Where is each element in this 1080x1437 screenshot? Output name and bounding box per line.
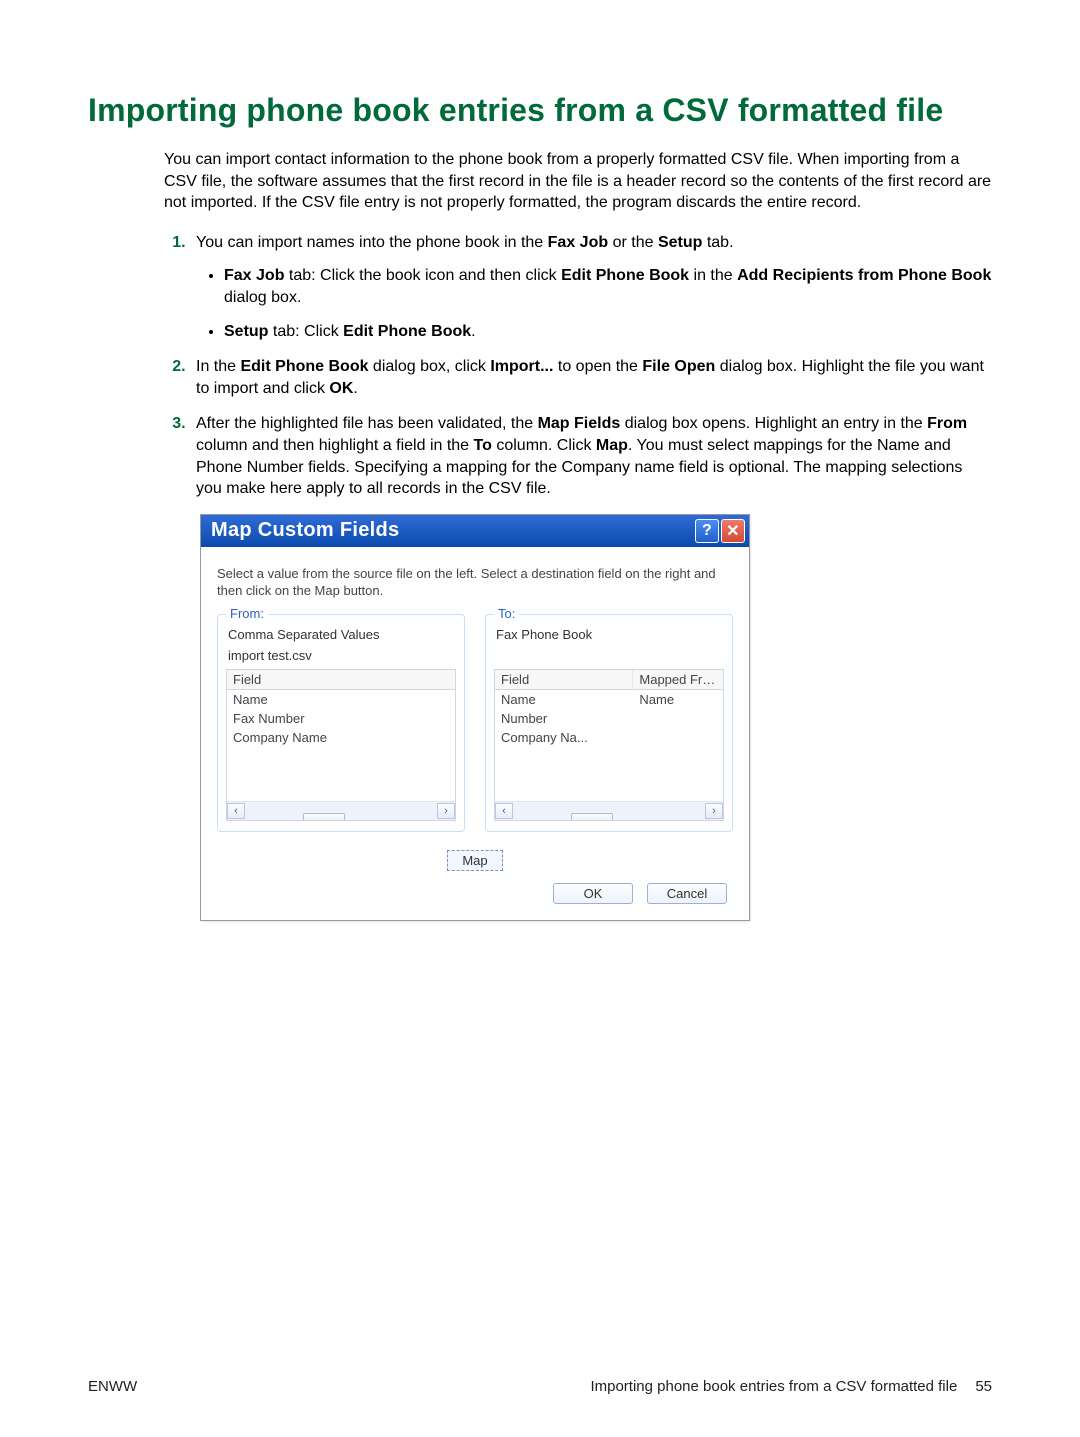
b1-t2: in the	[689, 267, 737, 284]
step-1: You can import names into the phone book…	[190, 232, 992, 342]
s2-b2: Import...	[490, 358, 553, 375]
dialog-instruction: Select a value from the source file on t…	[217, 565, 733, 600]
ok-button[interactable]: OK	[553, 883, 633, 904]
b2-b2: Edit Phone Book	[343, 323, 471, 340]
scroll-right-icon[interactable]: ›	[705, 803, 723, 819]
from-scrollbar[interactable]: ‹ ›	[227, 801, 455, 820]
from-source: Comma Separated Values	[228, 627, 456, 642]
scroll-thumb[interactable]	[303, 813, 345, 821]
b2-t2: .	[471, 323, 475, 340]
step1-mid: or the	[608, 234, 658, 251]
s2-t1: In the	[196, 358, 240, 375]
to-row-mapped: Name	[633, 690, 723, 709]
bullet-faxjob: Fax Job tab: Click the book icon and the…	[224, 265, 992, 308]
s3-t3: column and then highlight a field in the	[196, 437, 474, 454]
step1-bold-setup: Setup	[658, 234, 702, 251]
step-2: In the Edit Phone Book dialog box, click…	[190, 356, 992, 399]
s2-t2: dialog box, click	[368, 358, 490, 375]
to-row-field[interactable]: Name	[495, 690, 633, 709]
to-header-mapped: Mapped From	[633, 670, 723, 689]
map-button[interactable]: Map	[447, 850, 503, 871]
b1-b2: Edit Phone Book	[561, 267, 689, 284]
to-row-field[interactable]: Company Na...	[495, 728, 633, 747]
step1-end: tab.	[702, 234, 733, 251]
s3-t1: After the highlighted file has been vali…	[196, 415, 538, 432]
steps-list: You can import names into the phone book…	[164, 232, 992, 500]
s2-t3: to open the	[553, 358, 642, 375]
scroll-left-icon[interactable]: ‹	[495, 803, 513, 819]
page-footer: ENWW Importing phone book entries from a…	[88, 1378, 992, 1395]
from-group: From: Comma Separated Values import test…	[217, 614, 465, 832]
to-spacer	[496, 648, 724, 663]
b2-t1: tab: Click	[268, 323, 343, 340]
scroll-right-icon[interactable]: ›	[437, 803, 455, 819]
from-row[interactable]: Name	[227, 690, 455, 709]
from-row[interactable]: Fax Number	[227, 709, 455, 728]
from-file: import test.csv	[228, 648, 456, 663]
footer-left: ENWW	[88, 1378, 137, 1395]
s2-b4: OK	[329, 380, 353, 397]
from-header: Field	[227, 670, 455, 689]
b1-t3: dialog box.	[224, 289, 301, 306]
to-scrollbar[interactable]: ‹ ›	[495, 801, 723, 820]
s3-b4: Map	[596, 437, 628, 454]
to-row-mapped	[633, 728, 723, 747]
map-fields-dialog: Map Custom Fields ? ✕ Select a value fro…	[200, 514, 750, 921]
s3-t2: dialog box opens. Highlight an entry in …	[620, 415, 927, 432]
to-header-field: Field	[495, 670, 633, 689]
intro-paragraph: You can import contact information to th…	[164, 149, 992, 214]
page-number: 55	[975, 1378, 992, 1395]
step1-bullets: Fax Job tab: Click the book icon and the…	[224, 265, 992, 342]
help-icon[interactable]: ?	[695, 519, 719, 543]
to-source: Fax Phone Book	[496, 627, 724, 642]
to-listbox[interactable]: Field Mapped From Name Name Number	[494, 669, 724, 821]
cancel-button[interactable]: Cancel	[647, 883, 727, 904]
s3-b1: Map Fields	[538, 415, 621, 432]
dialog-title: Map Custom Fields	[211, 519, 693, 542]
footer-right: Importing phone book entries from a CSV …	[590, 1378, 957, 1395]
to-legend: To:	[494, 606, 519, 621]
step1-text: You can import names into the phone book…	[196, 234, 548, 251]
page-heading: Importing phone book entries from a CSV …	[88, 92, 992, 129]
to-row-mapped	[633, 709, 723, 728]
s3-b3: To	[474, 437, 492, 454]
close-icon[interactable]: ✕	[721, 519, 745, 543]
from-listbox[interactable]: Field Name Fax Number Company Name ‹ ›	[226, 669, 456, 821]
s3-b2: From	[927, 415, 967, 432]
b1-b1: Fax Job	[224, 267, 284, 284]
step1-bold-faxjob: Fax Job	[548, 234, 608, 251]
b1-t1: tab: Click the book icon and then click	[284, 267, 561, 284]
to-group: To: Fax Phone Book Field Mapped From Nam…	[485, 614, 733, 832]
from-legend: From:	[226, 606, 268, 621]
s2-b1: Edit Phone Book	[240, 358, 368, 375]
s2-b3: File Open	[642, 358, 715, 375]
step-3: After the highlighted file has been vali…	[190, 413, 992, 499]
dialog-titlebar[interactable]: Map Custom Fields ? ✕	[201, 515, 749, 547]
scroll-left-icon[interactable]: ‹	[227, 803, 245, 819]
bullet-setup: Setup tab: Click Edit Phone Book.	[224, 321, 992, 343]
from-row[interactable]: Company Name	[227, 728, 455, 747]
s2-t5: .	[353, 380, 357, 397]
b2-b1: Setup	[224, 323, 268, 340]
scroll-thumb[interactable]	[571, 813, 613, 821]
s3-t4: column. Click	[492, 437, 596, 454]
b1-b3: Add Recipients from Phone Book	[737, 267, 991, 284]
to-row-field[interactable]: Number	[495, 709, 633, 728]
